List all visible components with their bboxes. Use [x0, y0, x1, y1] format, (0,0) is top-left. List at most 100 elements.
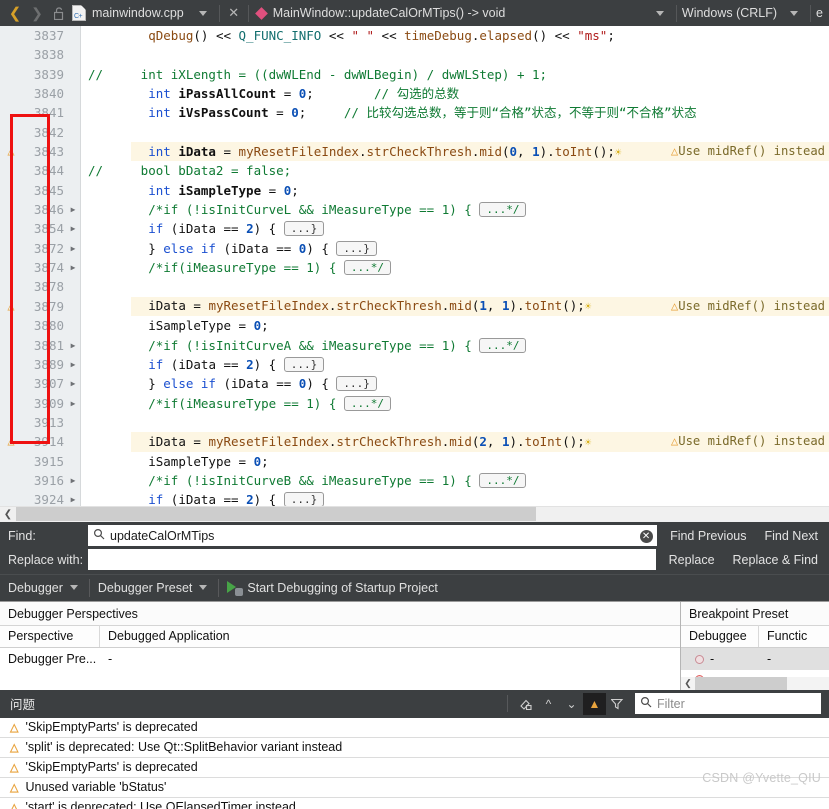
perspectives-header-perspective[interactable]: Perspective [0, 625, 100, 648]
line-ending-label[interactable]: Windows (CRLF) [682, 6, 783, 20]
code-line[interactable]: 3907 ▶ } else if (iData == 0) { ...} [0, 374, 829, 393]
scroll-left-chevron-left-icon[interactable]: ❮ [0, 509, 16, 520]
code-line[interactable]: 3845 int iSampleType = 0; [0, 181, 829, 200]
line-ending-chevron-down-icon[interactable] [790, 10, 799, 16]
clear-issues-icon[interactable] [514, 693, 537, 715]
collapsed-block-pill[interactable]: ...*/ [479, 337, 527, 353]
table-row[interactable]: - - [681, 647, 829, 670]
code-line[interactable]: 3889 ▶ if (iData == 2) { ...} [0, 355, 829, 374]
code-line[interactable]: 3916 ▶ /*if (!isInitCurveB && iMeasureTyp… [0, 471, 829, 490]
fold-right-arrow-icon[interactable]: ▶ [66, 394, 80, 413]
code-line[interactable]: 3841 int iVsPassCount = 0; // 比较勾选总数，等于则… [0, 103, 829, 122]
collapsed-block-pill[interactable]: ...} [283, 221, 325, 237]
fold-right-arrow-icon[interactable]: ▶ [66, 355, 80, 374]
code-line[interactable]: 3842 [0, 123, 829, 142]
editor-horizontal-scrollbar[interactable]: ❮ [0, 505, 829, 522]
list-item[interactable]: △ 'SkipEmptyParts' is deprecated [0, 718, 829, 738]
breakpoint-horizontal-scrollbar[interactable]: ❮ [681, 676, 829, 690]
lightbulb-icon[interactable]: ☀ [585, 436, 592, 449]
code-token: iData [178, 221, 216, 237]
fold-right-arrow-icon[interactable]: ▶ [66, 374, 80, 393]
code-line[interactable]: 3840 int iPassAllCount = 0; // 勾选的总数 [0, 84, 829, 103]
code-lines-container[interactable]: 3837 qDebug() << Q_FUNC_INFO << " " << t… [0, 26, 829, 522]
code-editor[interactable]: 3837 qDebug() << Q_FUNC_INFO << " " << t… [0, 26, 829, 522]
debugger-menu[interactable]: Debugger [0, 575, 89, 601]
collapsed-block-pill[interactable]: ...*/ [343, 260, 392, 276]
warning-triangle-icon[interactable]: △ [0, 142, 22, 161]
fold-right-arrow-icon[interactable]: ▶ [66, 219, 80, 238]
breakpoint-header-debuggee[interactable]: Debuggee [681, 625, 759, 648]
code-line[interactable]: 3880 iSampleType = 0; [0, 316, 829, 335]
line-number: 3909 [33, 395, 64, 411]
code-line[interactable]: △ 3914 iData = myResetFileIndex.strCheckT… [0, 432, 829, 452]
replace-button[interactable]: Replace [660, 553, 724, 567]
replace-input[interactable] [88, 549, 656, 571]
debugger-chevron-down-icon[interactable] [69, 585, 78, 591]
collapsed-block-pill[interactable]: ...} [283, 356, 325, 372]
find-input[interactable]: updateCalOrMTips ✕ [88, 525, 658, 547]
code-line[interactable]: 3838 [0, 45, 829, 64]
code-token: ; [607, 28, 615, 43]
find-previous-button[interactable]: Find Previous [661, 529, 755, 543]
code-line[interactable]: △ 3843 int iData = myResetFileIndex.strCh… [0, 142, 829, 162]
current-file-chip[interactable]: C+ mainwindow.cpp [70, 2, 192, 24]
code-line[interactable]: 3909 ▶ /*if(iMeasureType == 1) { ...*/ [0, 394, 829, 413]
code-line[interactable]: 3844 // bool bData2 = false; [0, 161, 829, 180]
preset-chevron-down-icon[interactable] [199, 585, 208, 591]
code-line[interactable]: 3874 ▶ /*if(iMeasureType == 1) { ...*/ [0, 258, 829, 277]
code-token: toInt [524, 433, 563, 449]
collapsed-block-pill[interactable]: ...*/ [479, 472, 527, 488]
list-item[interactable]: △ 'split' is deprecated: Use Qt::SplitBeh… [0, 738, 829, 758]
table-row[interactable]: Debugger Pre... - [0, 648, 680, 670]
fold-right-arrow-icon[interactable]: ▶ [66, 200, 80, 219]
debugger-preset-menu[interactable]: Debugger Preset [90, 575, 219, 601]
editor-hscroll-thumb[interactable] [16, 507, 536, 522]
warning-triangle-icon[interactable]: △ [0, 432, 22, 451]
code-line[interactable]: 3846 ▶ /*if (!isInitCurveL && iMeasureTyp… [0, 200, 829, 219]
find-next-button[interactable]: Find Next [756, 529, 828, 543]
fold-right-arrow-icon[interactable]: ▶ [66, 471, 80, 490]
chevron-right-icon[interactable]: ❯ [26, 2, 48, 24]
list-item[interactable]: △ 'start' is deprecated: Use QElapsedTime… [0, 798, 829, 809]
code-line[interactable]: 3881 ▶ /*if (!isInitCurveA && iMeasureTyp… [0, 336, 829, 355]
code-line[interactable]: 3854 ▶ if (iData == 2) { ...} [0, 219, 829, 238]
table-row[interactable] [681, 670, 829, 677]
chevron-down-icon[interactable]: ⌄ [560, 693, 583, 715]
breakpoint-hscroll-thumb[interactable] [695, 676, 787, 690]
replace-and-find-button[interactable]: Replace & Find [724, 553, 827, 567]
symbol-dropdown-chevron-down-icon[interactable] [655, 10, 664, 16]
collapsed-block-pill[interactable]: ...} [336, 240, 377, 256]
fold-right-arrow-icon[interactable]: ▶ [66, 239, 80, 258]
warning-filter-icon[interactable]: ▲ [583, 692, 606, 715]
code-token: if [200, 376, 216, 392]
collapsed-block-pill[interactable]: ...} [336, 376, 377, 392]
filter-icon[interactable] [606, 693, 629, 715]
start-debugging-button[interactable]: Start Debugging of Startup Project [219, 575, 441, 601]
perspectives-header-debugged-application[interactable]: Debugged Application [100, 625, 680, 647]
unlock-icon[interactable] [48, 2, 70, 24]
code-line[interactable]: 3878 [0, 277, 829, 296]
code-line[interactable]: △ 3879 iData = myResetFileIndex.strCheckT… [0, 296, 829, 317]
chevron-left-icon[interactable]: ❮ [4, 2, 26, 24]
code-line[interactable]: 3872 ▶ } else if (iData == 0) { ...} [0, 239, 829, 258]
issues-filter-input[interactable]: Filter [635, 693, 821, 715]
issues-list[interactable]: △ 'SkipEmptyParts' is deprecated △ 'split' … [0, 717, 829, 809]
code-line[interactable]: 3837 qDebug() << Q_FUNC_INFO << " " << t… [0, 26, 829, 45]
code-line[interactable]: 3915 iSampleType = 0; [0, 452, 829, 471]
breakpoint-header-function[interactable]: Functic [759, 625, 829, 647]
code-line[interactable]: 3839 // int iXLength = ((dwWLEnd - dwWLBe… [0, 65, 829, 84]
collapsed-block-pill[interactable]: ...*/ [343, 395, 392, 411]
clear-circle-icon[interactable]: ✕ [635, 528, 657, 544]
scroll-left-chevron-left-icon[interactable]: ❮ [681, 678, 695, 689]
warning-triangle-icon[interactable]: △ [0, 297, 22, 316]
fold-right-arrow-icon[interactable]: ▶ [66, 336, 80, 355]
code-line[interactable]: 3913 [0, 413, 829, 432]
lightbulb-icon[interactable]: ☀ [585, 300, 592, 313]
fold-right-arrow-icon[interactable]: ▶ [66, 258, 80, 277]
chevron-up-icon[interactable]: ^ [537, 693, 560, 715]
encoding-label[interactable]: e [816, 6, 829, 20]
close-icon[interactable]: ✕ [225, 5, 243, 21]
lightbulb-icon[interactable]: ☀ [615, 146, 622, 159]
file-dropdown-chevron-down-icon[interactable] [198, 10, 207, 16]
collapsed-block-pill[interactable]: ...*/ [479, 202, 527, 218]
